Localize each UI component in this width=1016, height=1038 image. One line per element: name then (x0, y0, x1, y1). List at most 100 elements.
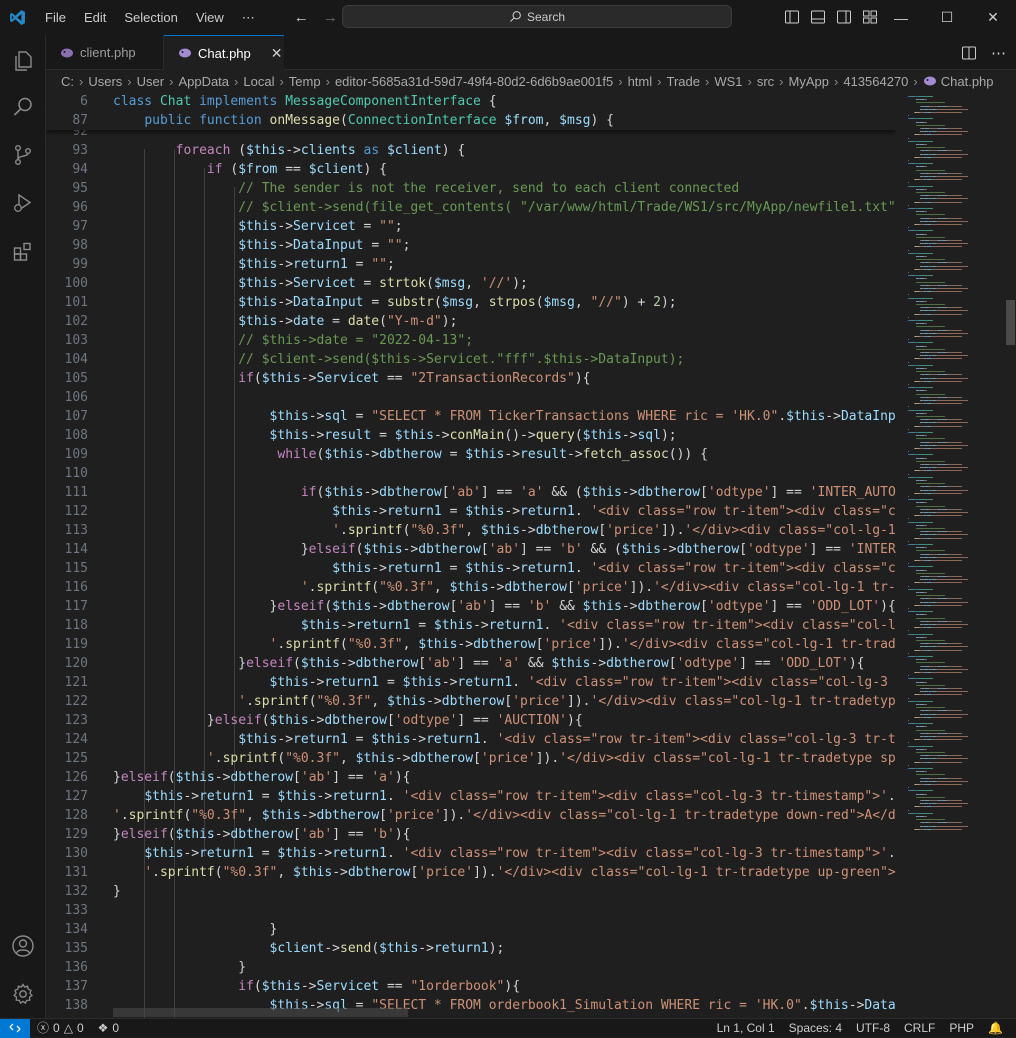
breadcrumb-item[interactable]: WS1 (714, 74, 742, 89)
remote-indicator-icon[interactable] (0, 1018, 30, 1038)
minimap[interactable] (896, 92, 1002, 1018)
code-line[interactable]: 118 $this->return1 = $this->return1. '<d… (46, 616, 896, 635)
code-line[interactable]: 127 $this->return1 = $this->return1. '<d… (46, 787, 896, 806)
breadcrumb-item[interactable]: C: (61, 74, 74, 89)
breadcrumb-item[interactable]: src (757, 74, 774, 89)
code-line[interactable]: 135 $client->send($this->return1); (46, 939, 896, 958)
code-line[interactable]: 100 $this->Servicet = strtok($msg, '//')… (46, 274, 896, 293)
toggle-secondary-sidebar-icon[interactable] (836, 9, 852, 25)
code-line[interactable]: 134 } (46, 920, 896, 939)
customize-layout-icon[interactable] (862, 9, 878, 25)
code-line[interactable]: 113 '.sprintf("%0.3f", $this->dbtherow['… (46, 521, 896, 540)
menu-edit[interactable]: Edit (75, 0, 115, 35)
code-line[interactable]: 131 '.sprintf("%0.3f", $this->dbtherow['… (46, 863, 896, 882)
cursor-position[interactable]: Ln 1, Col 1 (710, 1019, 782, 1038)
breadcrumb-item[interactable]: 413564270 (843, 74, 908, 89)
search-view-icon[interactable] (0, 84, 46, 130)
toggle-primary-sidebar-icon[interactable] (784, 9, 800, 25)
code-line[interactable]: 94 if ($from == $client) { (46, 160, 896, 179)
source-control-icon[interactable] (0, 132, 46, 178)
code-line[interactable]: 126}elseif($this->dbtherow['ab'] == 'a')… (46, 768, 896, 787)
code-line[interactable]: 129}elseif($this->dbtherow['ab'] == 'b')… (46, 825, 896, 844)
code-line[interactable]: 122 '.sprintf("%0.3f", $this->dbtherow['… (46, 692, 896, 711)
code-line[interactable]: 93 foreach ($this->clients as $client) { (46, 141, 896, 160)
notifications-bell-icon[interactable]: 🔔 (981, 1019, 1010, 1038)
code-line[interactable]: 98 $this->DataInput = ""; (46, 236, 896, 255)
tab-chat-php[interactable]: Chat.php ✕ (164, 35, 284, 70)
breadcrumb-item[interactable]: Trade (666, 74, 699, 89)
horizontal-scrollbar[interactable] (113, 1008, 408, 1017)
code-line[interactable]: 116 '.sprintf("%0.3f", $this->dbtherow['… (46, 578, 896, 597)
code-line[interactable]: 102 $this->date = date("Y-m-d"); (46, 312, 896, 331)
command-center-search[interactable]: Search (342, 5, 732, 28)
ports-indicator[interactable]: ❖ 0 (91, 1019, 126, 1038)
code-line[interactable]: 105 if($this->Servicet == "2TransactionR… (46, 369, 896, 388)
code-line[interactable]: 104 // $client->send($this->Servicet."ff… (46, 350, 896, 369)
code-line[interactable]: 136 } (46, 958, 896, 977)
code-line[interactable]: 109 while($this->dbtherow = $this->resul… (46, 445, 896, 464)
encoding[interactable]: UTF-8 (849, 1019, 897, 1038)
manage-gear-icon[interactable] (0, 971, 46, 1017)
back-arrow-icon[interactable]: ← (294, 9, 309, 26)
tab-client-php[interactable]: client.php (46, 35, 164, 70)
close-tab-icon[interactable]: ✕ (271, 45, 283, 62)
indentation[interactable]: Spaces: 4 (782, 1019, 849, 1038)
code-line[interactable]: 108 $this->result = $this->conMain()->qu… (46, 426, 896, 445)
code-line[interactable]: 117 }elseif($this->dbtherow['ab'] == 'b'… (46, 597, 896, 616)
problems-indicator[interactable]: ⓧ 0 △ 0 (30, 1019, 91, 1038)
menu-selection[interactable]: Selection (115, 0, 186, 35)
code-line[interactable]: 107 $this->sql = "SELECT * FROM TickerTr… (46, 407, 896, 426)
language-mode[interactable]: PHP (942, 1019, 981, 1038)
maximize-icon[interactable]: ☐ (924, 0, 970, 35)
vertical-scrollbar[interactable] (1004, 92, 1016, 1018)
close-window-icon[interactable]: ✕ (970, 0, 1016, 35)
scrollbar-thumb[interactable] (1006, 300, 1015, 345)
minimize-icon[interactable]: — (878, 0, 924, 35)
code-line[interactable]: 99 $this->return1 = ""; (46, 255, 896, 274)
explorer-icon[interactable] (0, 38, 46, 84)
forward-arrow-icon[interactable]: → (323, 9, 338, 26)
code-line[interactable]: 120 }elseif($this->dbtherow['ab'] == 'a'… (46, 654, 896, 673)
sticky-scroll-line[interactable]: 6 class Chat implements MessageComponentI… (46, 92, 896, 111)
code-line[interactable]: 125 '.sprintf("%0.3f", $this->dbtherow['… (46, 749, 896, 768)
breadcrumb-item[interactable]: html (628, 74, 653, 89)
code-editor[interactable]: 92 93 foreach ($this->clients as $client)… (46, 92, 896, 1018)
code-line[interactable]: 96 // $client->send(file_get_contents( "… (46, 198, 896, 217)
code-line[interactable]: 112 $this->return1 = $this->return1. '<d… (46, 502, 896, 521)
breadcrumb-item[interactable]: MyApp (789, 74, 829, 89)
more-actions-icon[interactable]: ⋯ (991, 44, 1006, 62)
code-line[interactable]: 101 $this->DataInput = substr($msg, strp… (46, 293, 896, 312)
breadcrumb-item[interactable]: Temp (289, 74, 321, 89)
code-line[interactable]: 128 '.sprintf("%0.3f", $this->dbtherow['p… (46, 806, 896, 825)
code-line[interactable]: 124 $this->return1 = $this->return1. '<d… (46, 730, 896, 749)
code-line[interactable]: 114 }elseif($this->dbtherow['ab'] == 'b'… (46, 540, 896, 559)
split-editor-icon[interactable] (961, 45, 977, 61)
code-line[interactable]: 133 (46, 901, 896, 920)
code-line[interactable]: 95 // The sender is not the receiver, se… (46, 179, 896, 198)
account-icon[interactable] (0, 923, 46, 969)
breadcrumb-item[interactable]: User (137, 74, 164, 89)
code-line[interactable]: 137 if($this->Servicet == "1orderbook"){ (46, 977, 896, 996)
breadcrumb-item[interactable]: Users (88, 74, 122, 89)
code-line[interactable]: 106 (46, 388, 896, 407)
code-line[interactable]: 121 $this->return1 = $this->return1. '<d… (46, 673, 896, 692)
breadcrumb-item[interactable]: Chat.php (941, 74, 994, 89)
menu-file[interactable]: File (36, 0, 75, 35)
code-line[interactable]: 119 '.sprintf("%0.3f", $this->dbtherow['… (46, 635, 896, 654)
extensions-icon[interactable] (0, 228, 46, 274)
code-line[interactable]: 103 // $this->date = "2022-04-13"; (46, 331, 896, 350)
code-line[interactable]: 111 if($this->dbtherow['ab'] == 'a' && (… (46, 483, 896, 502)
run-debug-icon[interactable] (0, 180, 46, 226)
code-line[interactable]: 123 }elseif($this->dbtherow['odtype'] ==… (46, 711, 896, 730)
code-line[interactable]: 130 $this->return1 = $this->return1. '<d… (46, 844, 896, 863)
sticky-scroll-line[interactable]: 87 public function onMessage(ConnectionI… (46, 111, 896, 130)
code-line[interactable]: 132} (46, 882, 896, 901)
menu-more[interactable]: ⋯ (233, 0, 264, 35)
toggle-panel-icon[interactable] (810, 9, 826, 25)
code-line[interactable]: 115 $this->return1 = $this->return1. '<d… (46, 559, 896, 578)
breadcrumb-item[interactable]: Local (243, 74, 274, 89)
menu-view[interactable]: View (187, 0, 233, 35)
end-of-line[interactable]: CRLF (897, 1019, 942, 1038)
code-line[interactable]: 110 (46, 464, 896, 483)
breadcrumb-item[interactable]: AppData (178, 74, 229, 89)
